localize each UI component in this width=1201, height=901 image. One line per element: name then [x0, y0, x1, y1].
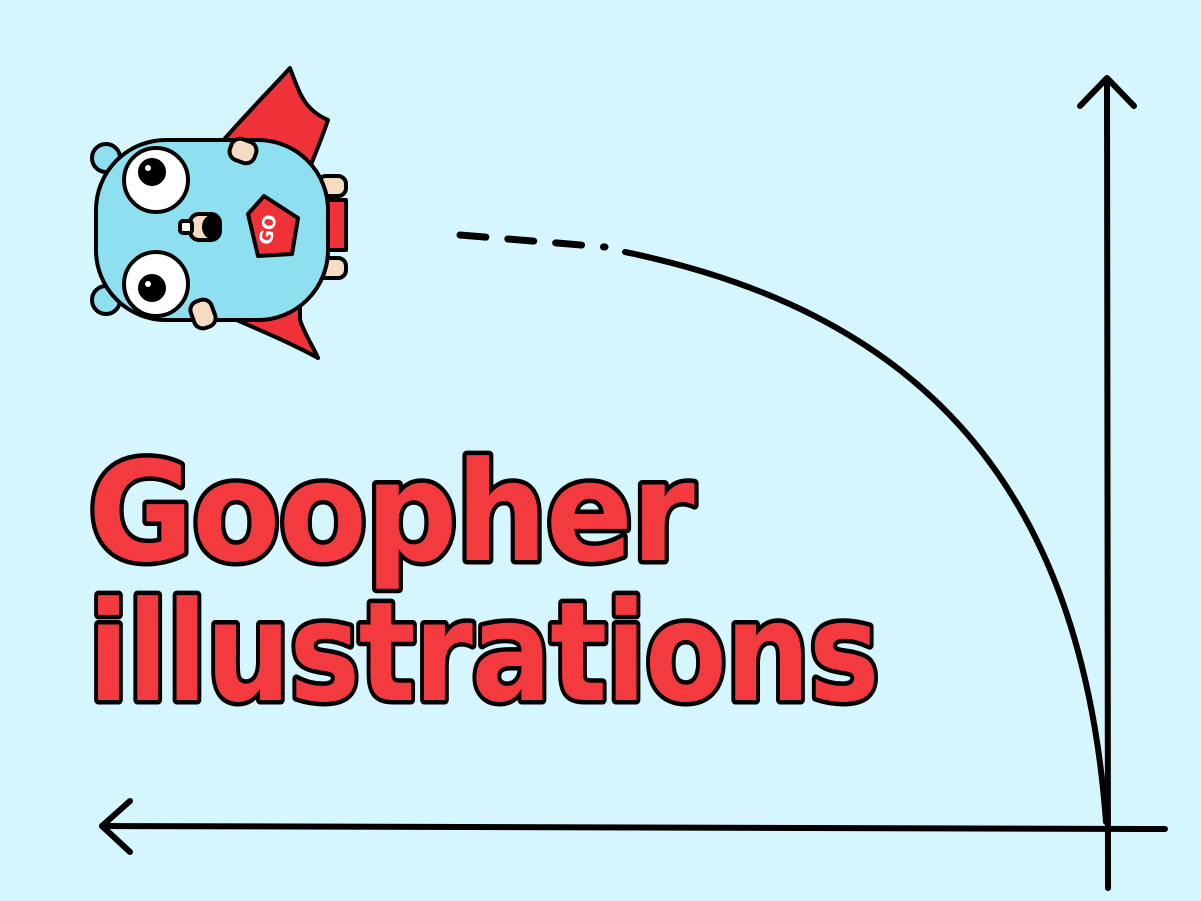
arrow-left-icon — [99, 798, 1168, 855]
superhero-gopher-icon — [90, 66, 348, 360]
slide-illustration: GO Goopher illustrations — [84, 66, 1168, 891]
arrow-up-icon — [1077, 75, 1137, 891]
title-line-2: illustrations — [88, 572, 878, 733]
slide-canvas: GO Goopher illustrations — [0, 0, 1201, 901]
trajectory-curve — [622, 249, 1109, 825]
trajectory-dashes — [456, 231, 609, 251]
title-line-1: Goopher — [88, 432, 695, 593]
